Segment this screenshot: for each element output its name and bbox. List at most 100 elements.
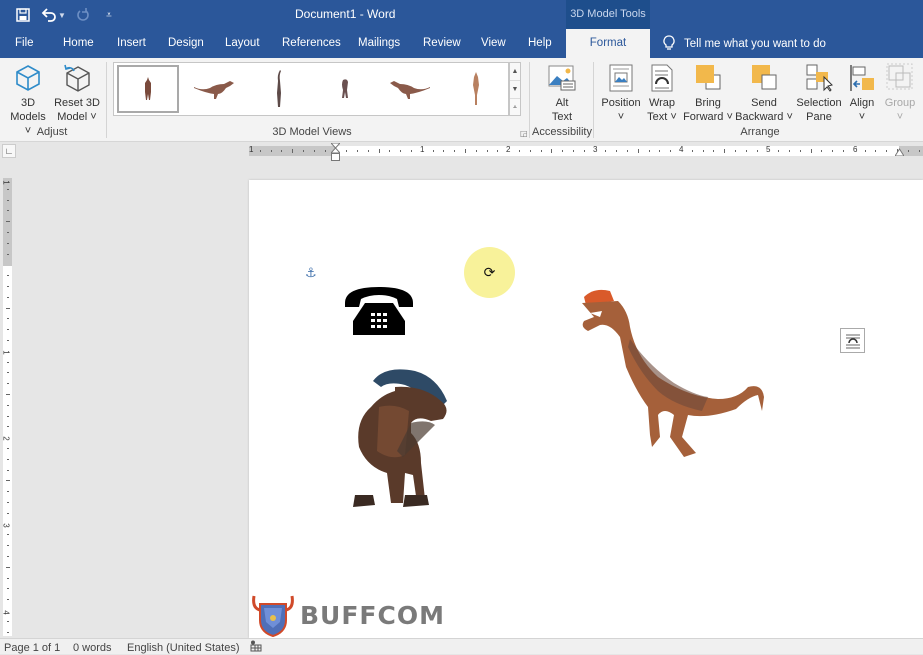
align-button[interactable]: Align ˅ [845,62,879,124]
ruler-tick [292,149,294,153]
send-backward-button[interactable]: Send Backward ˅ [735,62,793,124]
bring-forward-button[interactable]: Bring Forward ˅ [682,62,734,124]
layout-options-button[interactable] [840,328,865,353]
undo-icon[interactable] [40,6,58,24]
view-front[interactable] [117,65,179,113]
tab-review[interactable]: Review [423,29,461,58]
ruler-tick [540,150,542,152]
tab-mailings[interactable]: Mailings [358,29,400,58]
horizontal-ruler[interactable]: 1 1 2 3 4 5 6 [249,145,923,156]
tab-home[interactable]: Home [63,29,94,58]
view-right[interactable] [379,65,441,113]
ruler-tick [7,426,9,428]
tab-view[interactable]: View [481,29,506,58]
telephone-icon[interactable] [343,283,415,337]
gallery-more[interactable]: ⩡ [510,99,520,116]
left-indent-marker[interactable] [331,153,340,161]
group-label-3d-model-views: 3D Model Views [272,126,352,138]
tab-insert[interactable]: Insert [117,29,146,58]
ruler-tick [7,491,9,493]
tab-layout[interactable]: Layout [225,29,260,58]
ruler-tick [519,150,520,152]
tab-selector[interactable]: ∟ [2,144,16,158]
ruler-tick [907,150,909,152]
ruler-tick [7,372,9,374]
accessibility-checker-icon[interactable] [250,640,262,655]
save-icon[interactable] [14,6,32,24]
ruler-tick [281,150,283,152]
dilophosaurus-3d-model[interactable] [578,287,768,463]
ruler-tick [648,150,650,152]
ruler-tick [7,232,9,233]
ruler-tick [7,188,9,190]
lightbulb-icon [663,34,675,53]
ruler-tick [659,150,661,152]
ruler-tick [7,448,9,449]
ruler-tick [745,150,747,152]
quick-access-toolbar: ▼ ⩡ [14,6,118,24]
vertical-ruler[interactable]: 1 1 2 3 4 [2,178,12,636]
ruler-tick [6,394,10,395]
tell-me-search[interactable]: Tell me what you want to do [663,29,826,58]
ribbon-tabs: File Home Insert Design Layout Reference… [0,29,923,58]
ruler-tick [691,150,693,152]
ruler-tick [7,620,9,622]
tab-help[interactable]: Help [528,29,552,58]
ruler-tick [411,150,412,152]
ruler-tick [454,150,456,152]
ruler-tick [7,599,9,601]
undo-dropdown-icon[interactable]: ▼ [58,11,66,20]
ruler-tick [7,275,9,277]
title-bar: ▼ ⩡ Document1 - Word 3D Model Tools [0,0,923,29]
redo-icon [74,6,92,24]
ruler-tick [918,150,920,152]
watermark-text: BUFFCOM [300,600,445,630]
ruler-tick [670,150,672,152]
document-title: Document1 - Word [295,7,396,21]
tab-references[interactable]: References [282,29,341,58]
view-left[interactable] [183,65,245,113]
parasaurolophus-3d-model[interactable] [345,363,455,513]
selection-pane-button[interactable]: Selection Pane [795,62,843,124]
send-backward-icon [748,62,780,94]
gallery-scroll-up[interactable]: ▲ [510,63,520,81]
customize-qat-icon[interactable]: ⩡ [100,6,118,24]
rotate-handle[interactable]: ⟳ [464,247,515,298]
right-indent-marker[interactable] [895,148,904,156]
dialog-launcher-icon[interactable]: ◲ [520,129,528,138]
page-count[interactable]: Page 1 of 1 [4,642,60,654]
ruler-tick [259,150,261,152]
ruler-tick [432,150,434,152]
view-back[interactable] [314,65,376,113]
gallery-scroll-down[interactable]: ▼ [510,81,520,99]
language-indicator[interactable]: English (United States) [127,642,240,654]
anchor-icon: ⚓ [305,265,317,280]
view-below[interactable] [445,65,507,113]
first-line-indent-marker[interactable] [331,143,340,153]
ruler-tick [7,383,9,385]
ruler-tick [378,149,380,153]
tab-format[interactable]: Format [566,29,650,58]
position-button[interactable]: Position ˅ [599,62,643,124]
wrap-text-button[interactable]: Wrap Text ˅ [644,62,680,124]
ruler-tick [7,512,9,514]
tab-file[interactable]: File [15,29,34,58]
ruler-tick [7,534,9,536]
word-count[interactable]: 0 words [73,642,112,654]
align-icon [846,62,878,94]
ruler-tick [799,150,801,152]
ruler-tick [7,577,9,579]
ruler-tick [7,404,9,406]
ruler-tick [713,150,715,152]
ruler-tick [346,150,348,152]
tab-design[interactable]: Design [168,29,204,58]
view-top[interactable] [248,65,310,113]
ruler-tick [497,150,499,152]
ruler-tick [832,150,834,152]
reset-3d-model-button[interactable]: Reset 3D Model ˅ [52,62,102,124]
group-separator [529,62,530,138]
alt-text-button[interactable]: Alt Text [543,62,581,124]
ruler-tick [7,361,9,363]
3d-cube-icon [12,62,44,94]
group-separator [593,62,594,138]
